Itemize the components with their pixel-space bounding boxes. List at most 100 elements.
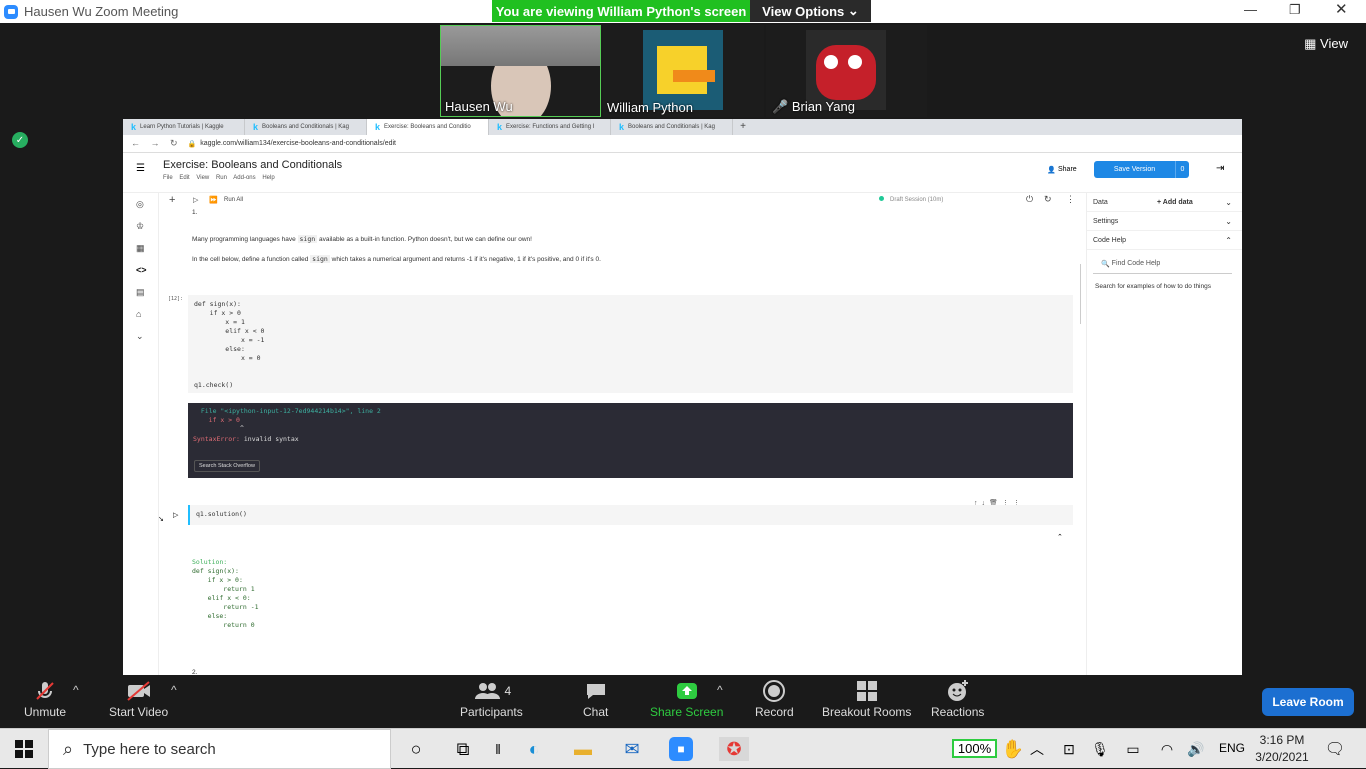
code-cell-solution[interactable]: q1.solution() <box>188 505 1073 525</box>
video-tile-william[interactable]: William Python <box>603 25 764 117</box>
hamburger-icon[interactable]: ☰ <box>136 163 145 174</box>
collapse-panel-icon[interactable]: ⇥ <box>1216 163 1224 174</box>
app-icon[interactable]: ✪ <box>719 737 749 761</box>
back-forward-reload-icons[interactable]: ← → ↻ <box>131 138 182 149</box>
browser-tab[interactable]: k Learn Python Tutorials | Kaggle <box>123 119 245 135</box>
data-section[interactable]: Data + Add data ⌄ <box>1087 193 1242 212</box>
save-version-button[interactable]: Save Version 0 <box>1094 161 1189 178</box>
taskbar-search-input[interactable]: ⌕ Type here to search <box>48 729 391 769</box>
system-clock[interactable]: 3:16 PM 3/20/2021 <box>1253 732 1311 766</box>
power-icon[interactable]: ⏻ <box>1026 194 1033 205</box>
language-indicator[interactable]: ENG <box>1219 741 1245 755</box>
menu-run[interactable]: Run <box>216 175 227 181</box>
table-icon[interactable]: ▦ <box>136 243 145 254</box>
code-help-section[interactable]: Code Help ⌃ <box>1087 231 1242 250</box>
menu-add-ons[interactable]: Add-ons <box>233 175 255 181</box>
unmute-button[interactable]: Unmute <box>24 679 66 719</box>
browser-tab-active[interactable]: k Exercise: Booleans and Conditio <box>367 119 489 135</box>
video-tile-brian[interactable]: 🎤 Brian Yang <box>766 25 927 117</box>
add-data-button[interactable]: + Add data <box>1157 199 1193 206</box>
windows-start-icon[interactable] <box>12 737 36 761</box>
leave-room-button[interactable]: Leave Room <box>1262 688 1354 716</box>
chevron-down-icon: ⌄ <box>1225 216 1232 226</box>
browser-tab[interactable]: k Booleans and Conditionals | Kag <box>245 119 367 135</box>
settings-label: Settings <box>1093 217 1119 225</box>
menu-help[interactable]: Help <box>262 175 274 181</box>
school-icon[interactable]: ⌂ <box>136 309 141 319</box>
restore-icon[interactable]: ❐ <box>1289 2 1301 18</box>
participants-button[interactable]: 4 Participants <box>460 679 523 719</box>
chevron-up-icon[interactable]: ^ <box>73 683 79 697</box>
more-options-icon[interactable]: ⋮ <box>1066 194 1075 205</box>
notebook-title[interactable]: Exercise: Booleans and Conditionals <box>163 159 342 171</box>
cell-source[interactable]: def sign(x): if x > 0 x = 1 elif x < 0 x… <box>194 300 264 390</box>
menu-file[interactable]: File <box>163 175 173 181</box>
window-title: Hausen Wu Zoom Meeting <box>24 4 179 19</box>
code-icon[interactable]: <> <box>136 265 147 275</box>
tab-label: Booleans and Conditionals | Kag <box>628 124 715 130</box>
url-field[interactable]: kaggle.com/william134/exercise-booleans-… <box>200 140 396 147</box>
task-view-icon[interactable]: ⧉ <box>451 737 475 761</box>
run-cell-icon[interactable]: ▷ <box>193 196 198 204</box>
video-tile-hausen[interactable]: Hausen Wu <box>440 25 601 117</box>
wifi-icon[interactable]: ◠ <box>1155 737 1179 761</box>
save-version-label: Save Version <box>1113 166 1156 173</box>
minimize-icon[interactable]: — <box>1244 2 1257 17</box>
control-label: Share Screen <box>650 705 724 719</box>
view-layout-button[interactable]: ▦ View <box>1304 36 1348 52</box>
new-tab-icon[interactable]: + <box>733 119 753 135</box>
chevron-up-icon[interactable]: ︿ <box>1025 737 1049 761</box>
comment-icon[interactable]: ▤ <box>136 287 145 298</box>
restart-icon[interactable]: ↻ <box>1044 194 1052 205</box>
record-button[interactable]: Record <box>755 679 794 719</box>
start-video-button[interactable]: Start Video <box>109 679 168 719</box>
edge-icon[interactable]: ◐ <box>522 737 546 761</box>
compass-icon[interactable]: ◎ <box>136 199 144 210</box>
battery-icon[interactable]: ▭ <box>1121 737 1145 761</box>
trophy-icon[interactable]: ♔ <box>136 221 144 232</box>
reactions-button[interactable]: Reactions <box>931 679 984 719</box>
more-chevron-icon[interactable]: ⌄ <box>136 331 144 342</box>
notebook-menu: File Edit View Run Add-ons Help <box>163 175 275 181</box>
breakout-rooms-button[interactable]: Breakout Rooms <box>822 679 911 719</box>
session-label[interactable]: Draft Session (10m) <box>890 197 943 203</box>
chevron-up-icon[interactable]: ^ <box>717 683 723 697</box>
find-code-help-input[interactable]: 🔍 Find Code Help <box>1093 254 1232 274</box>
file-explorer-icon[interactable]: ▬ <box>571 737 595 761</box>
meet-now-icon[interactable]: ⊡ <box>1057 737 1081 761</box>
run-cell-icon[interactable]: ▷ <box>173 511 178 519</box>
zoom-controls: Unmute ^ Start Video ^ 4 Participants Ch… <box>0 675 1366 728</box>
view-options-button[interactable]: View Options ⌄ <box>750 0 871 22</box>
tab-label: Exercise: Booleans and Conditio <box>384 124 471 130</box>
notifications-icon[interactable]: 🗨 <box>1323 737 1347 761</box>
menu-edit[interactable]: Edit <box>179 175 189 181</box>
code-cell[interactable]: def sign(x): if x > 0 x = 1 elif x < 0 x… <box>188 295 1073 393</box>
mail-icon[interactable]: ✉ <box>620 737 644 761</box>
collapse-output-icon[interactable]: ⌃ <box>1057 533 1063 541</box>
share-screen-button[interactable]: Share Screen <box>650 679 723 719</box>
zoom-app-icon[interactable]: ■ <box>669 737 693 761</box>
chevron-up-icon[interactable]: ^ <box>171 683 177 697</box>
run-all-label[interactable]: Run All <box>224 197 243 203</box>
encryption-shield-icon[interactable]: ✓ <box>12 132 28 148</box>
chat-button[interactable]: Chat <box>583 679 608 719</box>
microphone-icon[interactable]: 🎙 <box>1088 737 1112 761</box>
add-cell-icon[interactable]: + <box>169 194 175 206</box>
share-button[interactable]: 👤 Share <box>1035 161 1089 178</box>
notebook-scrollbar[interactable] <box>1080 264 1081 324</box>
browser-tab[interactable]: k Booleans and Conditionals | Kag <box>611 119 733 135</box>
md-text: In the cell below, define a function cal… <box>192 256 311 263</box>
cortana-icon[interactable]: ○ <box>404 737 428 761</box>
video-off-icon <box>125 679 153 703</box>
menu-view[interactable]: View <box>196 175 209 181</box>
touch-icon[interactable]: ✋ <box>1001 737 1025 761</box>
search-stack-overflow-button[interactable]: Search Stack Overflow <box>194 460 260 472</box>
browser-tab[interactable]: k Exercise: Functions and Getting I <box>489 119 611 135</box>
cell-source[interactable]: q1.solution() <box>196 510 247 519</box>
close-icon[interactable]: ✕ <box>1335 0 1348 18</box>
run-all-icon[interactable]: ⏩ <box>209 196 218 204</box>
settings-section[interactable]: Settings ⌄ <box>1087 212 1242 231</box>
participant-name-row: 🎤 Brian Yang <box>772 99 855 115</box>
volume-icon[interactable]: 🔊 <box>1184 737 1208 761</box>
battery-indicator[interactable]: 100% <box>952 739 997 758</box>
